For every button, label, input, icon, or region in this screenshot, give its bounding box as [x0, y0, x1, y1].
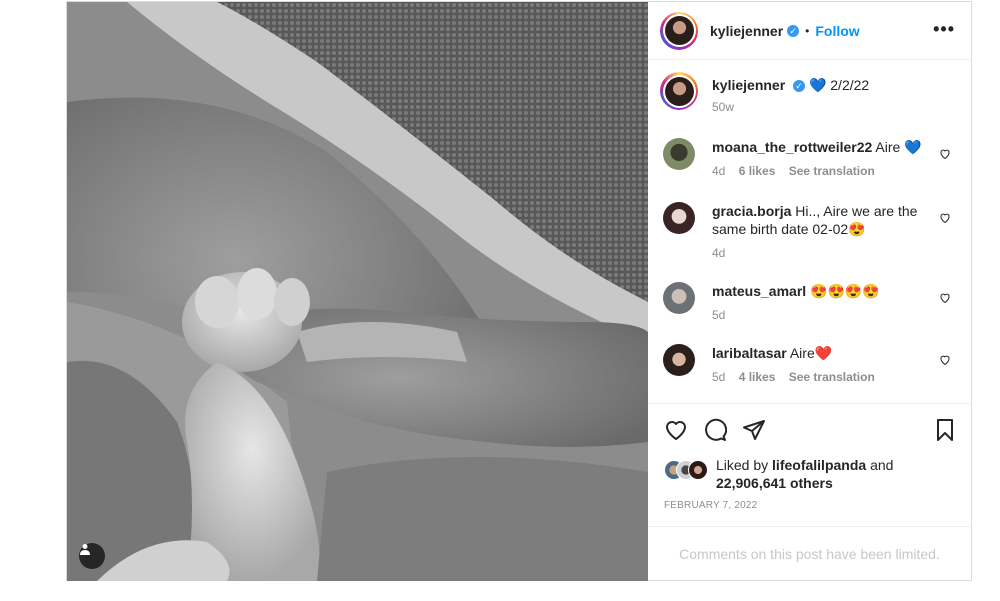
comment-likes[interactable]: 6 likes	[739, 164, 776, 178]
comment-age[interactable]: 5d	[712, 370, 725, 384]
comment-username[interactable]: moana_the_rottweiler22	[712, 139, 872, 155]
comment-text: 😍😍😍😍	[810, 283, 880, 299]
liked-by-user[interactable]: lifeofalilpanda	[772, 457, 866, 473]
comment-item: moana_the_rottweiler22 Aire 💙 4d 6 likes…	[660, 138, 955, 180]
comment-username[interactable]: gracia.borja	[712, 203, 791, 219]
follow-button[interactable]: Follow	[815, 23, 859, 39]
more-options-icon[interactable]: •••	[933, 20, 955, 38]
post-photo[interactable]	[67, 2, 648, 581]
likes-count[interactable]: 22,906,641 others	[716, 475, 833, 491]
commenter-avatar[interactable]	[663, 202, 695, 234]
liked-by-and: and	[870, 457, 894, 473]
comment-age[interactable]: 4d	[712, 246, 725, 260]
comment-like-heart-icon[interactable]	[939, 292, 951, 304]
caption-age: 50w	[712, 100, 735, 114]
photo-baby-hands-illustration	[67, 2, 648, 581]
user-icon	[80, 544, 90, 555]
caption: kyliejenner ✓ 💙 2/2/22 50w	[660, 72, 955, 116]
tagged-user-button[interactable]	[79, 543, 105, 569]
caption-username[interactable]: kyliejenner	[712, 77, 785, 93]
caption-avatar[interactable]	[660, 72, 698, 110]
comment-item: gracia.borja Hi.., Aire we are the same …	[660, 202, 955, 262]
post-header: kyliejenner ✓ • Follow •••	[648, 2, 971, 60]
liker-avatars[interactable]	[664, 460, 714, 480]
comments-limited-notice: Comments on this post have been limited.	[648, 526, 971, 580]
author-avatar[interactable]	[660, 11, 698, 50]
verified-badge-icon: ✓	[787, 24, 800, 37]
comment-username[interactable]: laribaltasar	[712, 345, 787, 361]
share-send-icon[interactable]	[742, 418, 766, 442]
commenter-avatar[interactable]	[663, 138, 695, 170]
commenter-avatar[interactable]	[663, 282, 695, 314]
verified-badge-icon: ✓	[793, 80, 806, 92]
instagram-post-modal: kyliejenner ✓ • Follow ••• kyliejenner ✓…	[66, 1, 972, 581]
commenter-avatar[interactable]	[663, 344, 695, 376]
liked-by-prefix: Liked by	[716, 457, 769, 473]
comment-text: Aire 💙	[875, 139, 922, 155]
post-side-panel: kyliejenner ✓ • Follow ••• kyliejenner ✓…	[648, 2, 971, 580]
like-heart-icon[interactable]	[664, 418, 688, 442]
comment-username[interactable]: mateus_amarl	[712, 283, 806, 299]
post-date[interactable]: FEBRUARY 7, 2022	[648, 494, 971, 526]
comment-likes[interactable]: 4 likes	[739, 370, 776, 384]
comment-age[interactable]: 5d	[712, 308, 725, 322]
post-actions-bar	[648, 403, 971, 456]
likes-summary: Liked by lifeofalilpanda and 22,906,641 …	[648, 456, 971, 494]
separator: •	[805, 23, 810, 38]
comment-text: Aire❤️	[789, 345, 833, 361]
comment-item: mateus_amarl 😍😍😍😍 5d	[660, 282, 955, 324]
caption-emoji: 💙	[808, 77, 827, 93]
caption-text: 2/2/22	[830, 77, 870, 93]
comment-like-heart-icon[interactable]	[939, 212, 951, 224]
comment-like-heart-icon[interactable]	[939, 148, 951, 160]
comments-list[interactable]: kyliejenner ✓ 💙 2/2/22 50w moana_the_rot…	[648, 60, 971, 403]
save-bookmark-icon[interactable]	[933, 418, 957, 442]
see-translation-link[interactable]: See translation	[789, 164, 875, 178]
comment-like-heart-icon[interactable]	[939, 354, 951, 366]
author-username[interactable]: kyliejenner	[710, 23, 783, 39]
see-translation-link[interactable]: See translation	[789, 370, 875, 384]
comment-age[interactable]: 4d	[712, 164, 725, 178]
comment-item: laribaltasar Aire❤️ 5d 4 likes See trans…	[660, 344, 955, 386]
comment-icon[interactable]	[703, 418, 727, 442]
